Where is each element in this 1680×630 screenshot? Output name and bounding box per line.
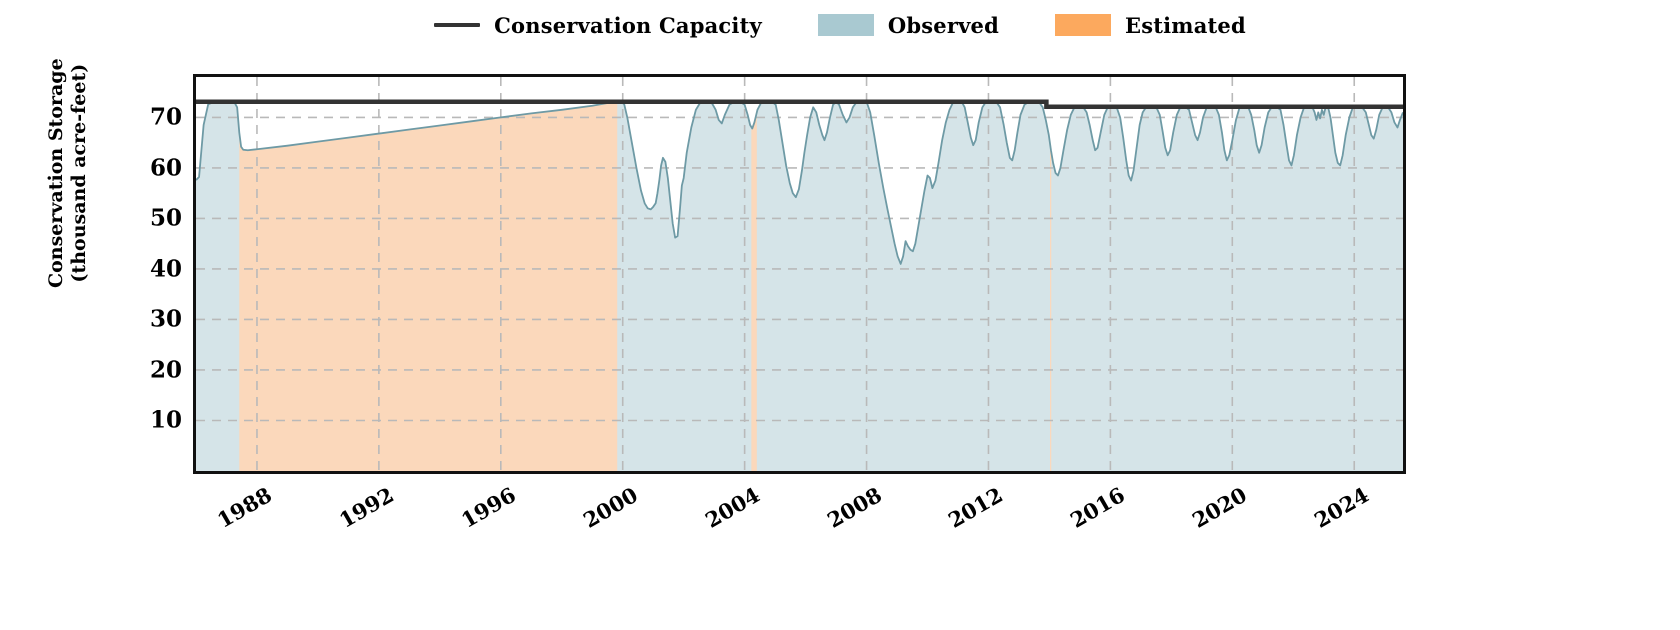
x-tick-label: 2012 [944, 482, 1008, 533]
estimated-fill [1050, 101, 1052, 471]
x-tick-label: 1992 [334, 482, 398, 533]
legend-line-marker [434, 23, 481, 27]
x-tick-label: 2004 [700, 482, 764, 533]
plot-inner [196, 77, 1403, 471]
chart-root: Conservation Capacity Observed Estimated… [0, 0, 1680, 630]
plot-area [193, 74, 1406, 474]
estimated-fill [239, 101, 618, 471]
x-tick-label: 1996 [456, 482, 520, 533]
y-tick-label: 10 [149, 406, 182, 434]
legend-label-conservation-capacity: Conservation Capacity [494, 12, 762, 38]
legend-label-observed: Observed [887, 12, 999, 38]
conservation-capacity-line [196, 99, 1403, 110]
y-tick-label: 30 [149, 305, 182, 333]
x-tick-label: 2008 [822, 482, 886, 533]
y-tick-label: 40 [149, 255, 182, 283]
legend-item-observed: Observed [817, 12, 999, 38]
chart-canvas [196, 77, 1403, 471]
x-tick-label: 2016 [1066, 482, 1130, 533]
y-tick-label: 20 [149, 356, 182, 384]
legend-swatch-estimated [1054, 14, 1111, 36]
chart-legend: Conservation Capacity Observed Estimated [0, 8, 1680, 42]
y-tick-label: 70 [149, 103, 182, 131]
x-tick-label: 2024 [1310, 482, 1374, 533]
y-axis-title: Conservation Storage (thousand acre-feet… [45, 0, 91, 373]
y-axis-title-line1: Conservation Storage [44, 58, 67, 289]
legend-item-estimated: Estimated [1054, 12, 1246, 38]
legend-swatch-observed [817, 14, 874, 36]
y-tick-label: 60 [149, 154, 182, 182]
legend-label-estimated: Estimated [1124, 12, 1246, 38]
estimated-fill [751, 101, 757, 471]
x-tick-label: 2020 [1188, 482, 1252, 533]
x-tick-label: 1988 [212, 482, 276, 533]
y-tick-label: 50 [149, 204, 182, 232]
legend-item-conservation-capacity: Conservation Capacity [434, 13, 762, 38]
y-axis-title-line2: (thousand acre-feet) [68, 63, 90, 283]
x-tick-label: 2000 [578, 482, 642, 533]
